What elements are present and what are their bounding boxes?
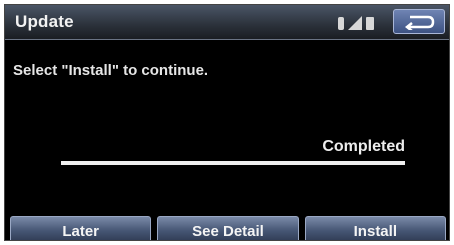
progress-bar bbox=[61, 161, 405, 165]
status-icons bbox=[338, 14, 374, 30]
battery-icon bbox=[366, 17, 374, 30]
bluetooth-icon bbox=[338, 17, 344, 30]
progress-fill bbox=[61, 161, 405, 165]
back-button[interactable] bbox=[393, 9, 445, 34]
status-label: Completed bbox=[322, 138, 405, 155]
update-screen: Update Select "Install" to continue. Com… bbox=[4, 4, 450, 241]
later-button[interactable]: Later bbox=[10, 216, 152, 240]
signal-strength-icon bbox=[348, 16, 362, 30]
instruction-text: Select "Install" to continue. bbox=[13, 62, 209, 79]
see-detail-button[interactable]: See Detail bbox=[157, 216, 299, 240]
screen-title: Update bbox=[15, 12, 74, 31]
title-bar: Update bbox=[5, 5, 449, 40]
install-button[interactable]: Install bbox=[304, 216, 446, 240]
button-bar: Later See Detail Install bbox=[10, 216, 446, 240]
back-arrow-icon bbox=[404, 15, 435, 30]
